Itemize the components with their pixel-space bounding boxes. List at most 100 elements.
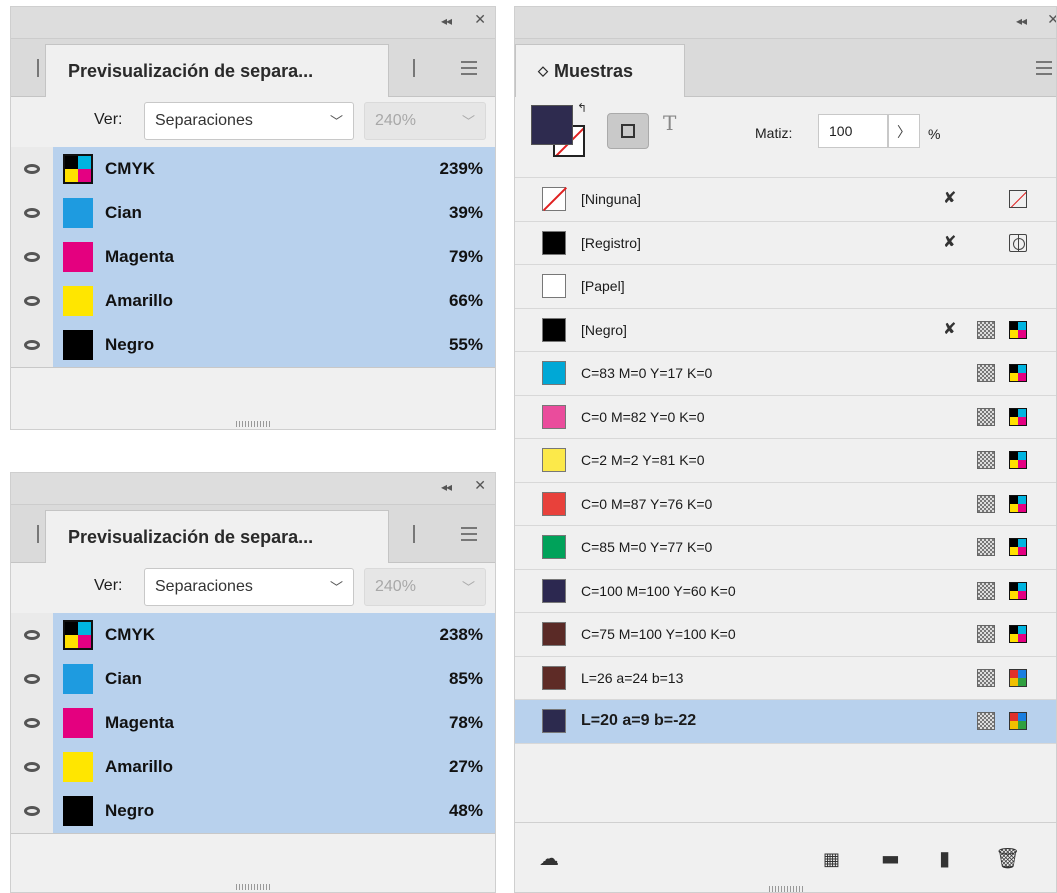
swatch-label: L=26 a=24 b=13: [581, 669, 684, 686]
swatch-label: C=0 M=82 Y=0 K=0: [581, 408, 705, 425]
process-color-icon: [977, 668, 995, 687]
cmyk-mode-icon: [1009, 625, 1027, 643]
view-select-value: Separaciones: [155, 578, 253, 595]
close-icon[interactable]: ✕: [474, 12, 486, 28]
tab-stub-left[interactable]: [37, 525, 39, 543]
eye-icon[interactable]: [11, 745, 53, 789]
eye-icon[interactable]: [11, 613, 53, 657]
trash-icon[interactable]: 🗑: [995, 846, 1020, 870]
tab-swatches[interactable]: ◇ Muestras: [515, 44, 685, 97]
ink-coverage: 79%: [448, 247, 483, 266]
new-swatch-icon[interactable]: ▮: [939, 846, 950, 870]
ink-row[interactable]: Cian 85%: [11, 657, 495, 701]
swatch-row[interactable]: [Ninguna] ✘: [515, 178, 1056, 222]
ink-swatch: [63, 620, 93, 650]
tab-label: Previsualización de separa...: [68, 60, 314, 81]
ink-row[interactable]: Amarillo 27%: [11, 745, 495, 789]
ink-row[interactable]: Magenta 79%: [11, 235, 495, 279]
swatch-chip: [542, 665, 566, 690]
eye-icon[interactable]: [11, 235, 53, 279]
ink-limit-select: 240% ﹀: [364, 568, 486, 606]
swatch-row[interactable]: C=75 M=100 Y=100 K=0: [515, 613, 1056, 657]
eye-icon[interactable]: [11, 323, 53, 367]
eye-icon[interactable]: [11, 147, 53, 191]
ink-name: Negro: [105, 801, 155, 820]
ink-name: CMYK: [105, 625, 156, 644]
new-group-folder-icon[interactable]: ▬: [881, 846, 900, 870]
tab-stub-left[interactable]: [37, 59, 39, 77]
fill-color-box[interactable]: [531, 105, 573, 145]
swatch-row[interactable]: C=85 M=0 Y=77 K=0: [515, 526, 1056, 570]
tint-input[interactable]: 100: [818, 114, 888, 148]
eye-icon[interactable]: [11, 789, 53, 833]
cc-library-icon[interactable]: ☁: [539, 846, 559, 870]
tint-slider-button[interactable]: 〉: [888, 114, 920, 148]
panel-title-bar[interactable]: ◂◂ ✕: [11, 473, 495, 505]
ink-coverage: 48%: [448, 801, 483, 820]
ink-row-body: Magenta 79%: [53, 235, 495, 279]
view-label: Ver:: [94, 111, 123, 128]
text-format-icon[interactable]: T: [663, 111, 676, 135]
eye-icon[interactable]: [11, 279, 53, 323]
close-icon[interactable]: ✕: [474, 478, 486, 494]
ink-name: Cian: [105, 669, 142, 688]
swatches-panel: ◂◂ ✕ ◇ Muestras ↰ T Matiz: 100 〉 % [Ning…: [514, 6, 1057, 893]
ink-row[interactable]: CMYK 238%: [11, 613, 495, 657]
cmyk-mode-icon: [1009, 320, 1027, 339]
resize-grip[interactable]: [768, 886, 803, 892]
ink-row[interactable]: Amarillo 66%: [11, 279, 495, 323]
tab-stub-right[interactable]: [413, 59, 415, 77]
registration-mark-icon: [1009, 233, 1027, 252]
swatch-row[interactable]: C=100 M=100 Y=60 K=0: [515, 570, 1056, 613]
panel-menu-icon[interactable]: [1036, 61, 1052, 79]
tab-separations-preview[interactable]: Previsualización de separa...: [45, 510, 389, 563]
panel-menu-icon[interactable]: [461, 527, 477, 545]
tint-label: Matiz:: [755, 125, 793, 141]
eye-icon[interactable]: [11, 191, 53, 235]
swatch-label: C=2 M=2 Y=81 K=0: [581, 452, 705, 468]
swatch-row[interactable]: L=20 a=9 b=-22: [515, 700, 1056, 744]
swatch-row[interactable]: L=26 a=24 b=13: [515, 657, 1056, 700]
ink-name: Negro: [105, 335, 155, 354]
collapse-icon[interactable]: ◂◂: [1016, 14, 1027, 28]
resize-grip[interactable]: [236, 884, 270, 890]
swatch-row[interactable]: [Negro] ✘: [515, 309, 1056, 352]
non-editable-pencil-icon: ✘: [943, 231, 957, 251]
resize-grip[interactable]: [236, 421, 270, 427]
ink-row[interactable]: Negro 48%: [11, 789, 495, 833]
view-select[interactable]: Separaciones ﹀: [144, 568, 354, 606]
ink-row[interactable]: Magenta 78%: [11, 701, 495, 745]
container-format-button[interactable]: [607, 113, 649, 149]
panel-menu-icon[interactable]: [461, 61, 477, 79]
swatch-label: C=83 M=0 Y=17 K=0: [581, 365, 713, 381]
panel-title-bar[interactable]: ◂◂ ✕: [515, 7, 1056, 39]
tab-stub-right[interactable]: [413, 525, 415, 543]
collapse-icon[interactable]: ◂◂: [441, 480, 452, 494]
separations-panel-2: ◂◂ ✕ Previsualización de separa... Ver: …: [10, 472, 496, 893]
collapse-icon[interactable]: ◂◂: [441, 14, 452, 28]
show-swatch-kinds-icon[interactable]: ▦: [823, 849, 840, 870]
close-icon[interactable]: ✕: [1047, 12, 1056, 28]
swatch-row[interactable]: C=0 M=82 Y=0 K=0: [515, 396, 1056, 439]
eye-icon[interactable]: [11, 701, 53, 745]
view-select[interactable]: Separaciones ﹀: [144, 102, 354, 140]
ink-list: CMYK 239% Cian 39% Magenta 79% Amarillo 66% Negr…: [11, 147, 495, 367]
process-color-icon: [977, 320, 995, 339]
panel-title-bar[interactable]: ◂◂ ✕: [11, 7, 495, 39]
ink-row[interactable]: CMYK 239%: [11, 147, 495, 191]
ink-row[interactable]: Cian 39%: [11, 191, 495, 235]
swatch-label: C=100 M=100 Y=60 K=0: [581, 582, 736, 599]
swatch-row[interactable]: C=2 M=2 Y=81 K=0: [515, 439, 1056, 483]
ink-coverage: 55%: [448, 335, 483, 354]
swatch-chip: [542, 491, 566, 516]
process-color-icon: [977, 581, 995, 600]
swatch-label: [Papel]: [581, 278, 625, 294]
swatch-row[interactable]: [Papel]: [515, 265, 1056, 309]
eye-icon[interactable]: [11, 657, 53, 701]
swatch-row[interactable]: C=83 M=0 Y=17 K=0: [515, 352, 1056, 396]
tab-separations-preview[interactable]: Previsualización de separa...: [45, 44, 389, 97]
ink-row[interactable]: Negro 55%: [11, 323, 495, 367]
swatch-row[interactable]: [Registro] ✘: [515, 222, 1056, 265]
swap-arrow-icon[interactable]: ↰: [577, 101, 587, 115]
swatch-row[interactable]: C=0 M=87 Y=76 K=0: [515, 483, 1056, 526]
